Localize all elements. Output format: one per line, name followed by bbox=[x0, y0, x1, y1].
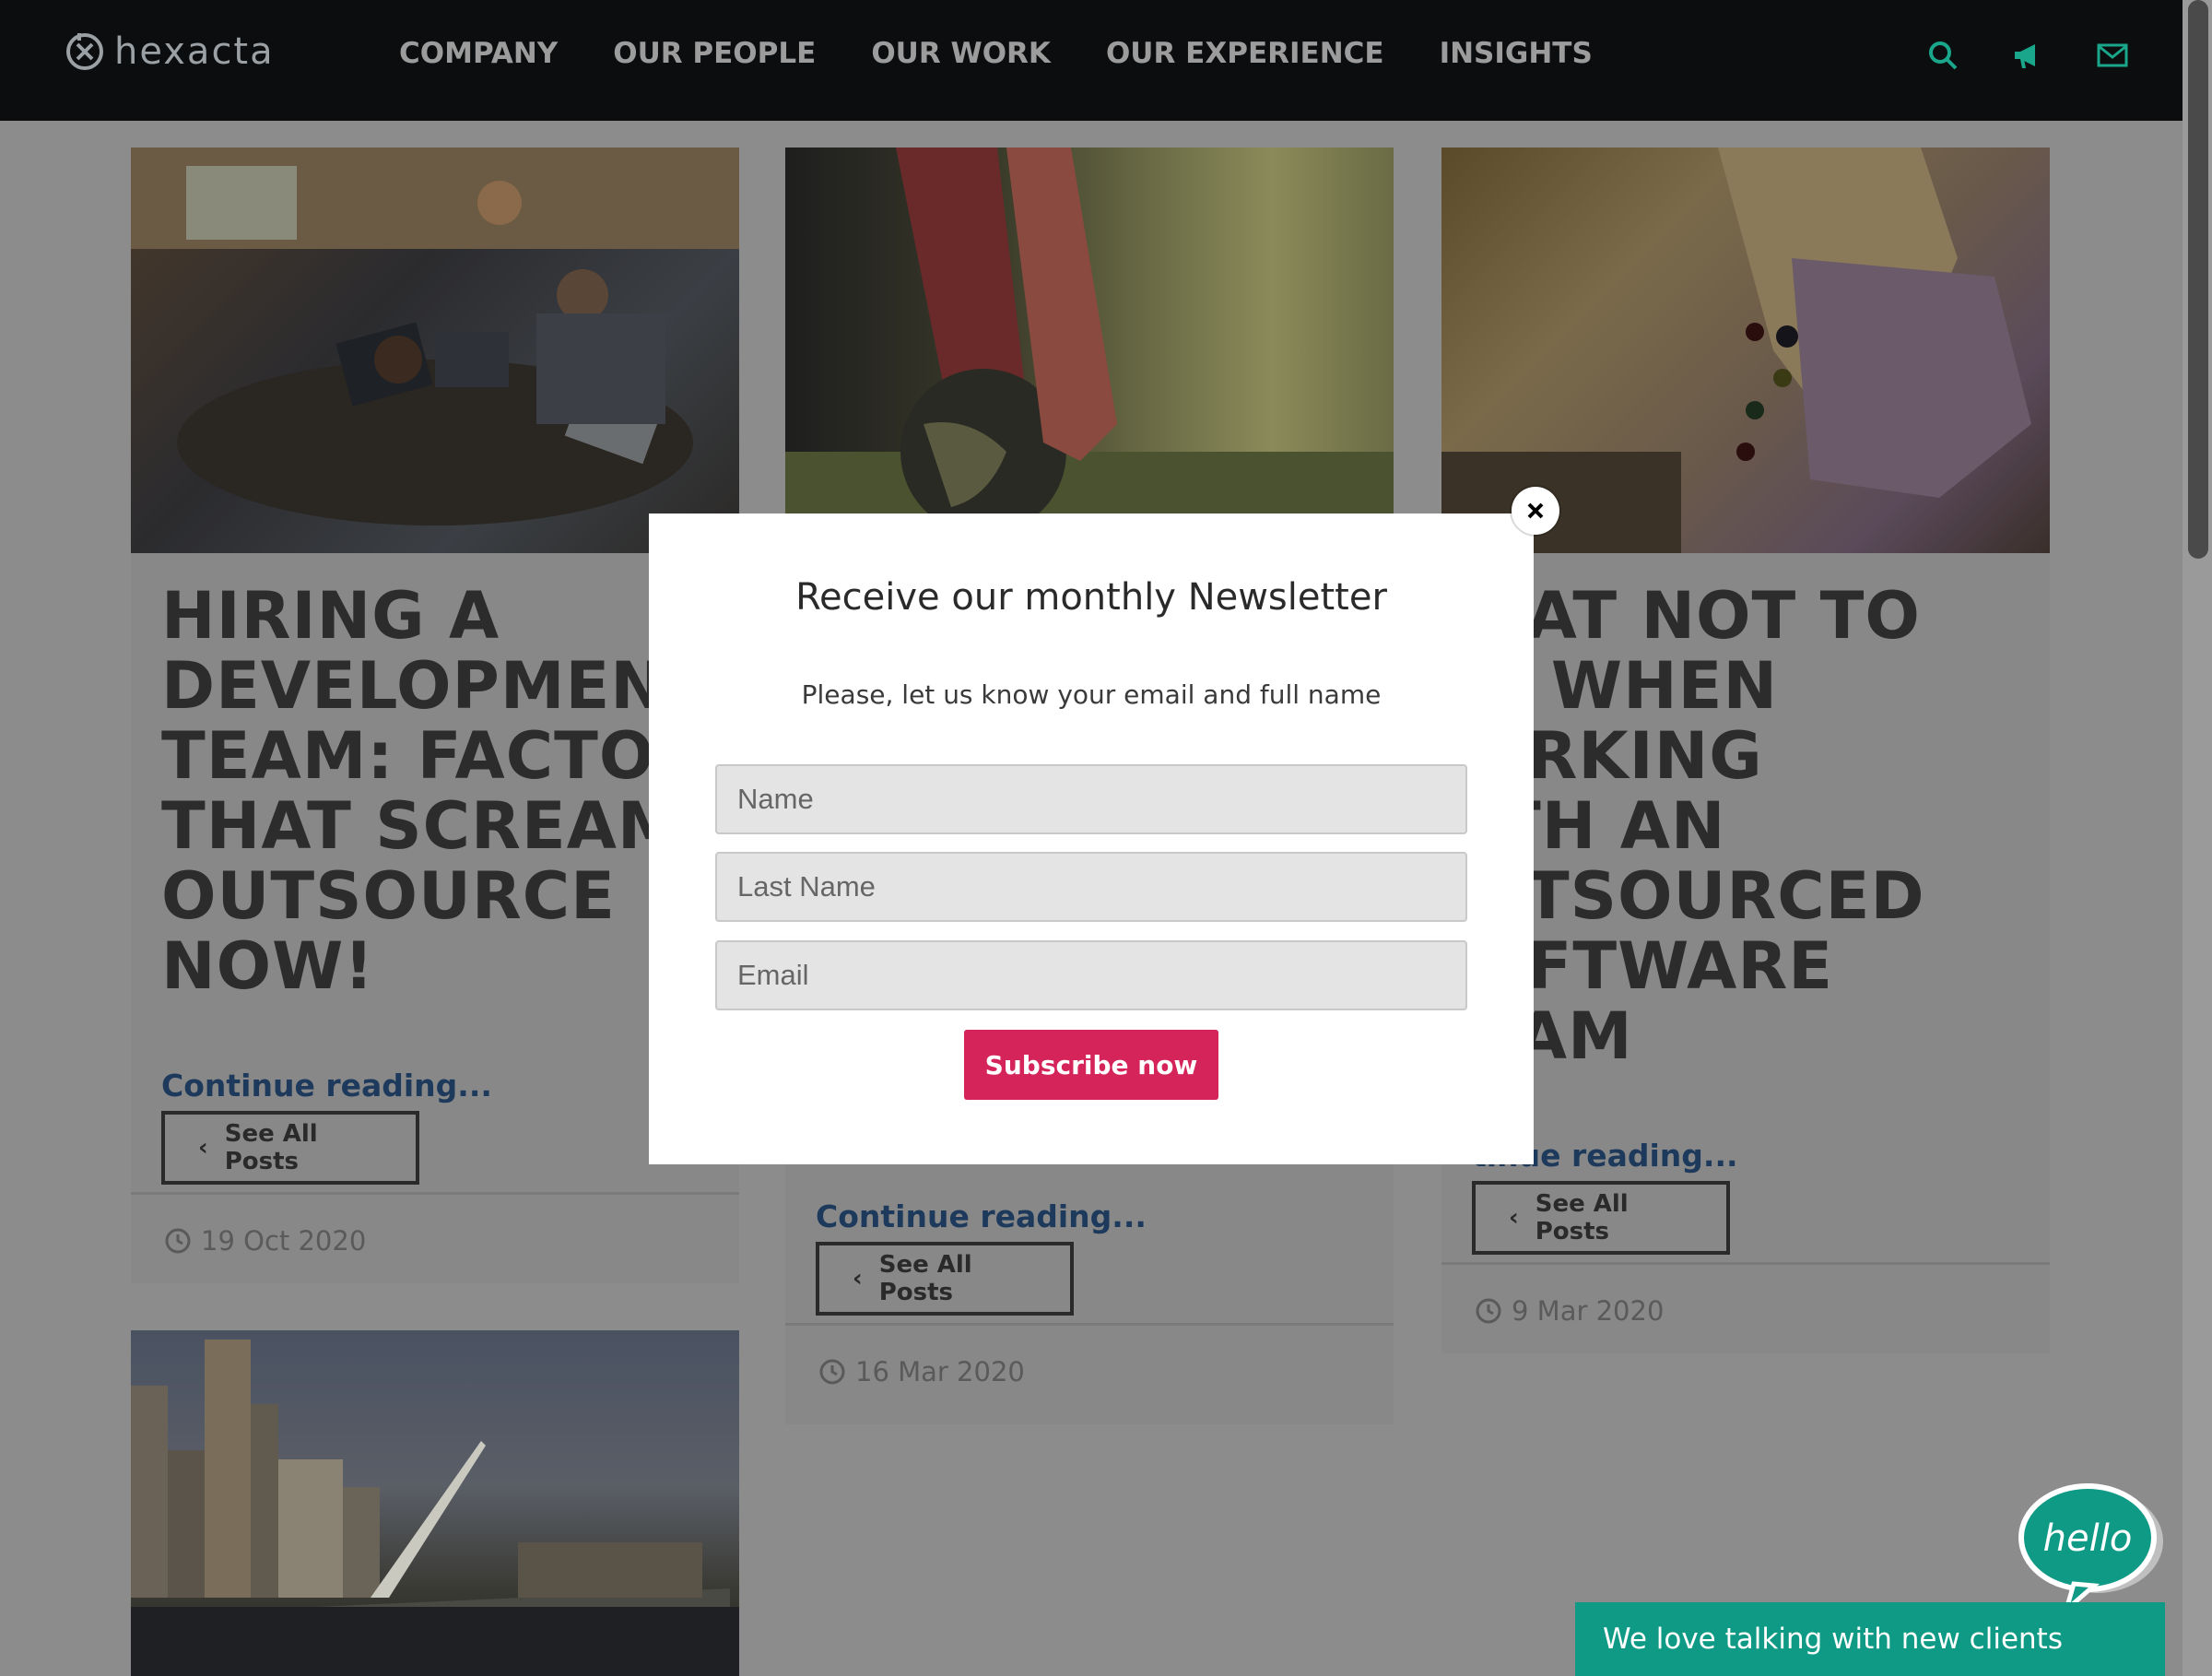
clock-icon bbox=[1476, 1298, 1501, 1324]
top-navbar: hexacta COMPANY OUR PEOPLE OUR WORK OUR … bbox=[0, 0, 2212, 121]
clock-icon bbox=[819, 1359, 845, 1385]
scrollbar-thumb[interactable] bbox=[2188, 0, 2208, 559]
megaphone-icon[interactable] bbox=[2011, 39, 2044, 72]
post-date: 16 Mar 2020 bbox=[855, 1356, 1025, 1387]
post-card bbox=[131, 1330, 739, 1676]
city-photo bbox=[131, 1340, 739, 1676]
post-date: 9 Mar 2020 bbox=[1512, 1295, 1665, 1327]
nav-insights[interactable]: INSIGHTS bbox=[1440, 37, 1593, 70]
modal-subtitle: Please, let us know your email and full … bbox=[801, 679, 1382, 710]
continue-reading-link[interactable]: Continue reading... bbox=[816, 1198, 1363, 1234]
post-card: HIRING A DEVELOPMENT TEAM: FACTOR THAT S… bbox=[131, 148, 739, 1283]
chevron-left-icon: ‹ bbox=[198, 1134, 208, 1162]
subscribe-button[interactable]: Subscribe now bbox=[964, 1030, 1218, 1100]
post-meta: 9 Mar 2020 bbox=[1441, 1262, 2050, 1357]
close-modal-button[interactable] bbox=[1512, 487, 1559, 535]
continue-reading-link[interactable]: tinue reading... bbox=[1472, 1138, 2019, 1174]
newsletter-modal: Receive our monthly Newsletter Please, l… bbox=[649, 513, 1534, 1164]
page-scrollbar[interactable] bbox=[2183, 0, 2212, 1676]
post-image-globe[interactable] bbox=[785, 148, 1394, 553]
chevron-left-icon: ‹ bbox=[853, 1265, 863, 1292]
post-meta: 16 Mar 2020 bbox=[785, 1323, 1394, 1418]
last-name-field[interactable] bbox=[715, 852, 1467, 922]
post-date: 19 Oct 2020 bbox=[201, 1225, 367, 1257]
post-title[interactable]: HAT NOT TO O WHEN ORKING ITH AN UTSOURCE… bbox=[1472, 581, 2019, 1071]
see-all-posts-button[interactable]: ‹ See All Posts bbox=[1472, 1181, 1730, 1255]
email-field[interactable] bbox=[715, 940, 1467, 1010]
chat-bar[interactable]: We love talking with new clients bbox=[1575, 1602, 2165, 1676]
speech-bubble-icon: hello bbox=[2018, 1483, 2163, 1617]
close-icon bbox=[1527, 502, 1544, 519]
name-field[interactable] bbox=[715, 764, 1467, 834]
brand-logo[interactable]: hexacta bbox=[65, 28, 275, 76]
nav-our-experience[interactable]: OUR EXPERIENCE bbox=[1106, 37, 1384, 70]
nav-icons bbox=[1926, 39, 2129, 72]
mail-icon[interactable] bbox=[2096, 39, 2129, 72]
hello-text: hello bbox=[2043, 1517, 2133, 1560]
nav-company[interactable]: COMPANY bbox=[399, 37, 558, 70]
search-icon[interactable] bbox=[1926, 39, 1959, 72]
continue-reading-link[interactable]: Continue reading... bbox=[161, 1068, 709, 1104]
logo-icon bbox=[66, 33, 103, 70]
brand-name: hexacta bbox=[114, 30, 275, 73]
nav-our-work[interactable]: OUR WORK bbox=[871, 37, 1051, 70]
nav-our-people[interactable]: OUR PEOPLE bbox=[613, 37, 816, 70]
modal-title: Receive our monthly Newsletter bbox=[795, 576, 1387, 619]
see-all-posts-button[interactable]: ‹ See All Posts bbox=[816, 1242, 1074, 1316]
globe-photo bbox=[785, 148, 1394, 553]
clock-icon bbox=[165, 1228, 191, 1254]
post-meta: 19 Oct 2020 bbox=[131, 1192, 739, 1287]
see-all-posts-button[interactable]: ‹ See All Posts bbox=[161, 1111, 419, 1185]
team-photo bbox=[131, 148, 739, 525]
chat-bar-text: We love talking with new clients bbox=[1603, 1623, 2063, 1656]
chat-hello-bubble[interactable]: hello bbox=[2009, 1481, 2171, 1619]
post-image-team-laptops[interactable] bbox=[131, 148, 739, 553]
post-title[interactable]: HIRING A DEVELOPMENT TEAM: FACTOR THAT S… bbox=[161, 581, 710, 1001]
post-image-city-bridge[interactable] bbox=[131, 1330, 739, 1676]
main-nav: COMPANY OUR PEOPLE OUR WORK OUR EXPERIEN… bbox=[399, 37, 1648, 70]
chevron-left-icon: ‹ bbox=[1509, 1204, 1519, 1232]
